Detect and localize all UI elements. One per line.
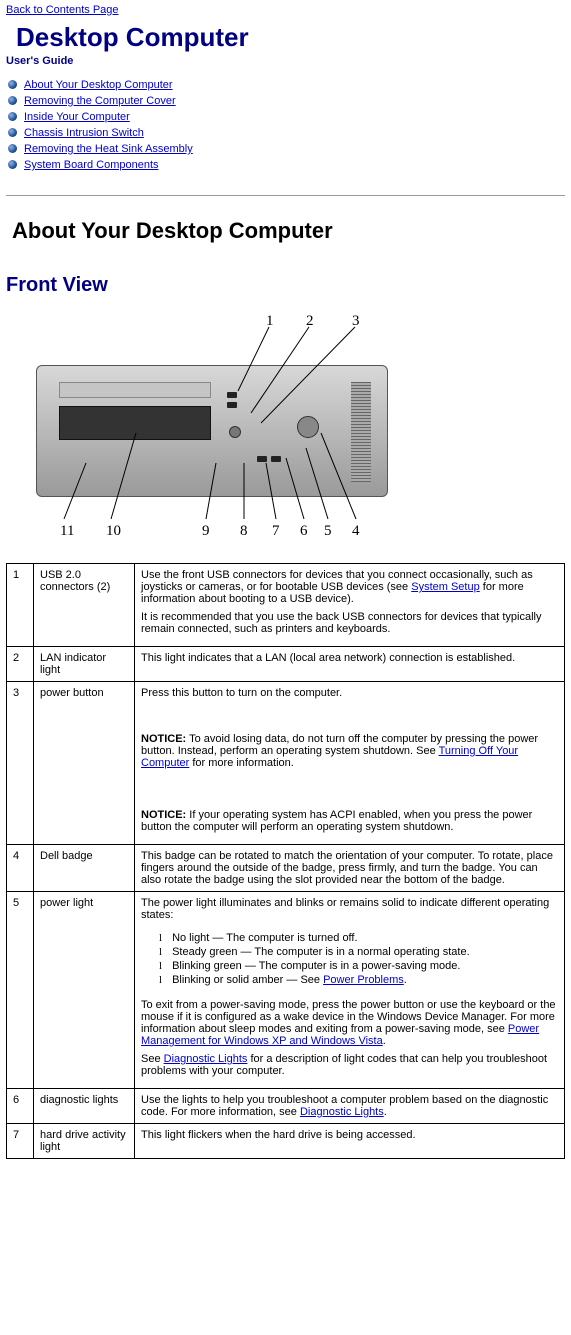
list-item: No light — The computer is turned off. <box>159 931 558 945</box>
notice-label: NOTICE: <box>141 733 186 745</box>
callout-5: 5 <box>324 523 332 540</box>
row-num: 3 <box>7 682 34 845</box>
table-row: 2 LAN indicator light This light indicat… <box>7 647 565 682</box>
list-item: Steady green — The computer is in a norm… <box>159 945 558 959</box>
row-name: LAN indicator light <box>34 647 135 682</box>
back-to-contents-link[interactable]: Back to Contents Page <box>6 4 119 16</box>
row-num: 7 <box>7 1124 34 1159</box>
desc-text: . <box>384 1106 387 1118</box>
callout-6: 6 <box>300 523 308 540</box>
toc-link-inside[interactable]: Inside Your Computer <box>24 111 130 123</box>
list-item-text: . <box>404 974 407 986</box>
bullet-icon <box>8 80 17 89</box>
notice-label: NOTICE: <box>141 809 186 821</box>
optical-drive-slot <box>59 382 211 398</box>
front-port <box>257 456 267 462</box>
callout-11: 11 <box>60 523 74 540</box>
bullet-icon <box>8 160 17 169</box>
row-name: power button <box>34 682 135 845</box>
table-row: 5 power light The power light illuminate… <box>7 892 565 1089</box>
callout-9: 9 <box>202 523 210 540</box>
row-desc: This light flickers when the hard drive … <box>135 1124 565 1159</box>
callout-1: 1 <box>266 313 274 330</box>
callout-4: 4 <box>352 523 360 540</box>
table-row: 7 hard drive activity light This light f… <box>7 1124 565 1159</box>
section-heading-about: About Your Desktop Computer <box>12 218 565 244</box>
callout-8: 8 <box>240 523 248 540</box>
desc-text: Press this button to turn on the compute… <box>141 687 558 699</box>
state-list: No light — The computer is turned off. S… <box>159 931 558 987</box>
row-num: 5 <box>7 892 34 1089</box>
subsection-heading-front-view: Front View <box>6 274 565 297</box>
toc-link-heatsink[interactable]: Removing the Heat Sink Assembly <box>24 143 193 155</box>
dell-badge-graphic <box>297 416 319 438</box>
toc-link-sysboard[interactable]: System Board Components <box>24 159 159 171</box>
row-desc: Use the front USB connectors for devices… <box>135 564 565 647</box>
bullet-icon <box>8 112 17 121</box>
floppy-bay <box>59 406 211 440</box>
desc-text: It is recommended that you use the back … <box>141 611 558 635</box>
row-num: 4 <box>7 845 34 892</box>
callout-3: 3 <box>352 313 360 330</box>
callout-7: 7 <box>272 523 280 540</box>
row-desc: This light indicates that a LAN (local a… <box>135 647 565 682</box>
notice-text: for more information. <box>189 757 294 769</box>
table-row: 6 diagnostic lights Use the lights to he… <box>7 1089 565 1124</box>
front-port <box>271 456 281 462</box>
callout-10: 10 <box>106 523 121 540</box>
notice-text: If your operating system has ACPI enable… <box>141 809 532 833</box>
table-row: 4 Dell badge This badge can be rotated t… <box>7 845 565 892</box>
parts-table: 1 USB 2.0 connectors (2) Use the front U… <box>6 563 565 1159</box>
diagnostic-lights-link[interactable]: Diagnostic Lights <box>300 1106 384 1118</box>
row-name: diagnostic lights <box>34 1089 135 1124</box>
bullet-icon <box>8 96 17 105</box>
toc-link-chassis[interactable]: Chassis Intrusion Switch <box>24 127 144 139</box>
list-item-text: Blinking or solid amber — See <box>172 974 323 986</box>
desc-text: To exit from a power-saving mode, press … <box>141 999 556 1035</box>
table-row: 1 USB 2.0 connectors (2) Use the front U… <box>7 564 565 647</box>
row-num: 2 <box>7 647 34 682</box>
front-port <box>227 392 237 398</box>
front-port <box>227 402 237 408</box>
bullet-icon <box>8 144 17 153</box>
front-vent <box>351 382 371 482</box>
system-setup-link[interactable]: System Setup <box>411 581 479 593</box>
row-desc: The power light illuminates and blinks o… <box>135 892 565 1089</box>
guide-label: User's Guide <box>6 55 565 67</box>
row-desc: Press this button to turn on the compute… <box>135 682 565 845</box>
desc-text: . <box>383 1035 386 1047</box>
toc-link-about[interactable]: About Your Desktop Computer <box>24 79 173 91</box>
callout-2: 2 <box>306 313 314 330</box>
toc-list: About Your Desktop Computer Removing the… <box>6 77 565 173</box>
row-name: USB 2.0 connectors (2) <box>34 564 135 647</box>
front-view-figure: 1 2 3 11 10 9 8 7 6 5 4 <box>26 313 396 543</box>
row-name: power light <box>34 892 135 1089</box>
desc-text: The power light illuminates and blinks o… <box>141 897 558 921</box>
desc-text: See <box>141 1053 164 1065</box>
row-name: hard drive activity light <box>34 1124 135 1159</box>
computer-body <box>36 365 388 497</box>
row-name: Dell badge <box>34 845 135 892</box>
row-num: 1 <box>7 564 34 647</box>
row-desc: This badge can be rotated to match the o… <box>135 845 565 892</box>
page-title: Desktop Computer <box>16 22 565 53</box>
toc-link-cover[interactable]: Removing the Computer Cover <box>24 95 176 107</box>
diagnostic-lights-link[interactable]: Diagnostic Lights <box>164 1053 248 1065</box>
power-problems-link[interactable]: Power Problems <box>323 974 404 986</box>
list-item: Blinking green — The computer is in a po… <box>159 959 558 973</box>
row-desc: Use the lights to help you troubleshoot … <box>135 1089 565 1124</box>
divider <box>6 195 565 196</box>
row-num: 6 <box>7 1089 34 1124</box>
power-button-graphic <box>229 426 241 438</box>
bullet-icon <box>8 128 17 137</box>
table-row: 3 power button Press this button to turn… <box>7 682 565 845</box>
list-item: Blinking or solid amber — See Power Prob… <box>159 973 558 987</box>
